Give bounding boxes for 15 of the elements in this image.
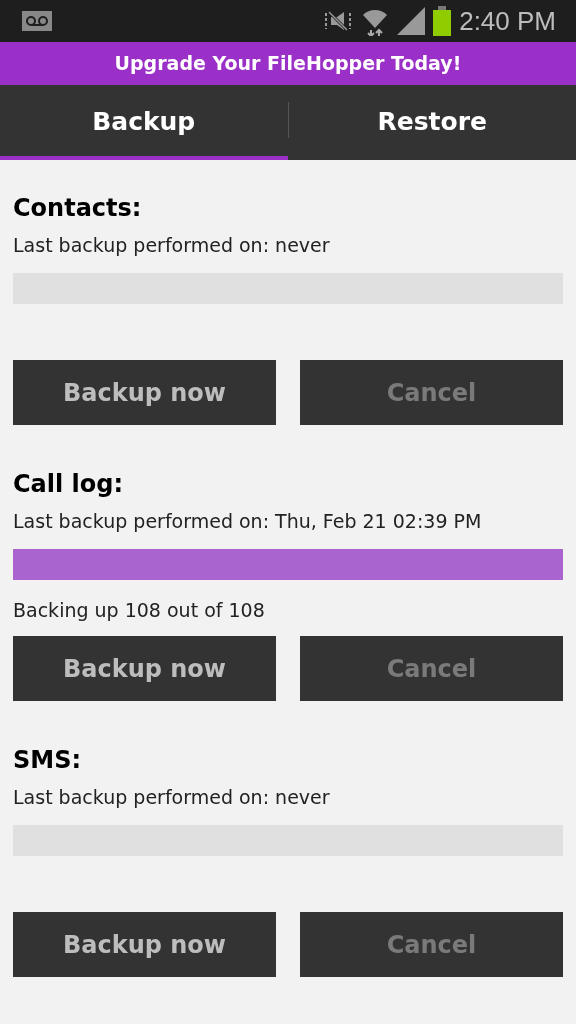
battery-icon xyxy=(433,6,452,36)
mute-icon xyxy=(323,9,354,33)
section-title: Call log: xyxy=(13,469,125,500)
last-backup-text: Last backup performed on: never xyxy=(13,785,331,810)
last-backup-text: Last backup performed on: never xyxy=(13,233,331,258)
signal-icon xyxy=(397,7,426,35)
backup-now-button[interactable]: Backup now xyxy=(13,636,276,701)
backup-now-button[interactable]: Backup now xyxy=(13,912,276,977)
section-title: SMS: xyxy=(13,745,83,776)
last-backup-text: Last backup performed on: Thu, Feb 21 02:39 PM xyxy=(13,509,483,534)
backup-now-button[interactable]: Backup now xyxy=(13,360,276,425)
progress-text: Backing up 108 out of 108 xyxy=(13,599,265,621)
section-title: Contacts: xyxy=(13,193,143,224)
status-time: 2:40 PM xyxy=(459,4,556,38)
voicemail-icon xyxy=(22,11,52,31)
